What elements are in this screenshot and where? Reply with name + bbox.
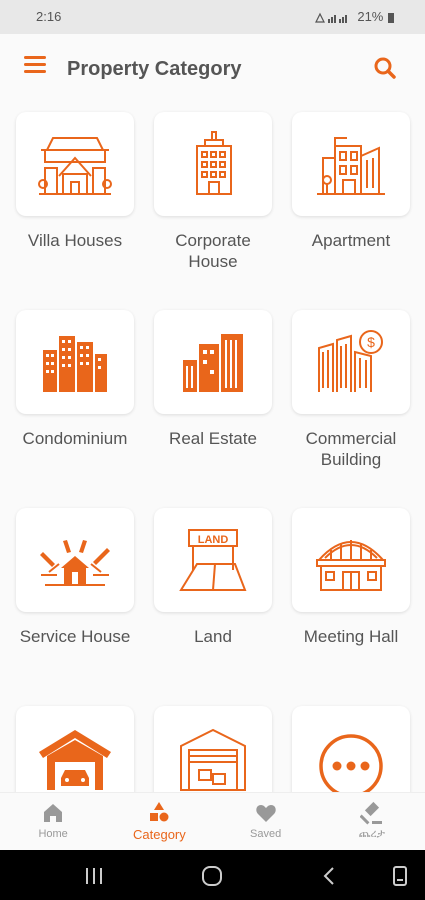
category-card[interactable]	[16, 112, 134, 216]
category-card[interactable]	[154, 310, 272, 414]
category-shapes-icon	[150, 802, 169, 822]
system-nav-bar	[0, 850, 425, 900]
apartment-icon	[317, 137, 385, 195]
commercial-building-icon: $	[318, 330, 383, 392]
real-estate-icon	[183, 334, 243, 392]
status-time: 2:16	[36, 9, 62, 24]
category-card[interactable]	[292, 112, 410, 216]
nav-label: Home	[38, 828, 68, 840]
category-tile-land[interactable]: LAND Land	[151, 508, 275, 647]
category-tile-apartment[interactable]: Apartment	[289, 112, 413, 251]
category-card[interactable]	[292, 508, 410, 612]
category-label: Corporate House	[175, 231, 251, 271]
more-icon	[319, 734, 383, 792]
app-bar: Property Category	[0, 34, 425, 96]
svg-text:$: $	[367, 334, 375, 350]
nav-label: Category	[133, 827, 186, 842]
category-tile-corporate-house[interactable]: Corporate House	[151, 112, 275, 272]
nav-saved[interactable]: Saved	[213, 793, 319, 850]
nav-auction[interactable]: ጨረታ	[319, 793, 425, 850]
land-icon: LAND	[179, 529, 247, 591]
status-bar: 2:16 21%	[0, 0, 425, 34]
category-grid: Villa Houses Corporate House Apartment C…	[0, 96, 425, 792]
home-icon	[44, 804, 63, 822]
category-label: Commercial Building	[305, 429, 397, 469]
nav-label: ጨረታ	[358, 828, 385, 840]
bottom-nav: Home Category Saved ጨረታ	[0, 792, 425, 850]
category-tile-garage[interactable]	[13, 706, 137, 792]
menu-icon[interactable]	[24, 56, 46, 74]
category-card[interactable]	[154, 112, 272, 216]
category-label: Condominium	[22, 429, 128, 448]
gavel-icon	[359, 801, 382, 825]
back-icon[interactable]	[318, 864, 342, 888]
nav-home[interactable]: Home	[0, 793, 106, 850]
status-battery: 21%	[314, 9, 395, 24]
category-tile-villa-houses[interactable]: Villa Houses	[13, 112, 137, 251]
search-icon[interactable]	[373, 56, 397, 80]
category-tile-service-house[interactable]: Service House	[13, 508, 137, 647]
category-card[interactable]	[154, 706, 272, 792]
category-tile-warehouse[interactable]	[151, 706, 275, 792]
category-card[interactable]: $	[292, 310, 410, 414]
category-tile-commercial-building[interactable]: $ Commercial Building	[289, 310, 413, 470]
condominium-icon	[43, 336, 107, 392]
nav-label: Saved	[250, 828, 282, 840]
villa-icon	[38, 137, 112, 195]
home-button-icon[interactable]	[200, 864, 224, 888]
category-label: Meeting Hall	[303, 627, 399, 646]
keyboard-toggle-icon[interactable]	[388, 864, 412, 888]
category-tile-condominium[interactable]: Condominium	[13, 310, 137, 449]
garage-icon	[39, 730, 111, 790]
category-card[interactable]	[16, 508, 134, 612]
warehouse-icon	[180, 728, 246, 791]
heart-icon	[255, 805, 276, 822]
land-sign-text: LAND	[198, 534, 229, 546]
category-label: Villa Houses	[27, 231, 123, 250]
category-tile-real-estate[interactable]: Real Estate	[151, 310, 275, 449]
category-label: Real Estate	[169, 429, 257, 448]
category-tile-more[interactable]	[289, 706, 413, 792]
category-tile-meeting-hall[interactable]: Meeting Hall	[289, 508, 413, 647]
category-card[interactable]	[16, 310, 134, 414]
category-label: Apartment	[311, 231, 391, 250]
battery-icon	[388, 12, 394, 23]
signal-icon	[314, 12, 347, 23]
category-card[interactable]: LAND	[154, 508, 272, 612]
nav-category[interactable]: Category	[106, 793, 212, 850]
category-label: Service House	[19, 627, 131, 646]
service-house-icon	[40, 540, 110, 586]
meeting-hall-icon	[316, 540, 386, 591]
recent-apps-icon[interactable]	[82, 864, 106, 888]
page-title: Property Category	[67, 58, 242, 80]
category-card[interactable]	[292, 706, 410, 792]
category-card[interactable]	[16, 706, 134, 792]
category-label: Land	[194, 627, 232, 646]
corporate-building-icon	[196, 131, 232, 195]
